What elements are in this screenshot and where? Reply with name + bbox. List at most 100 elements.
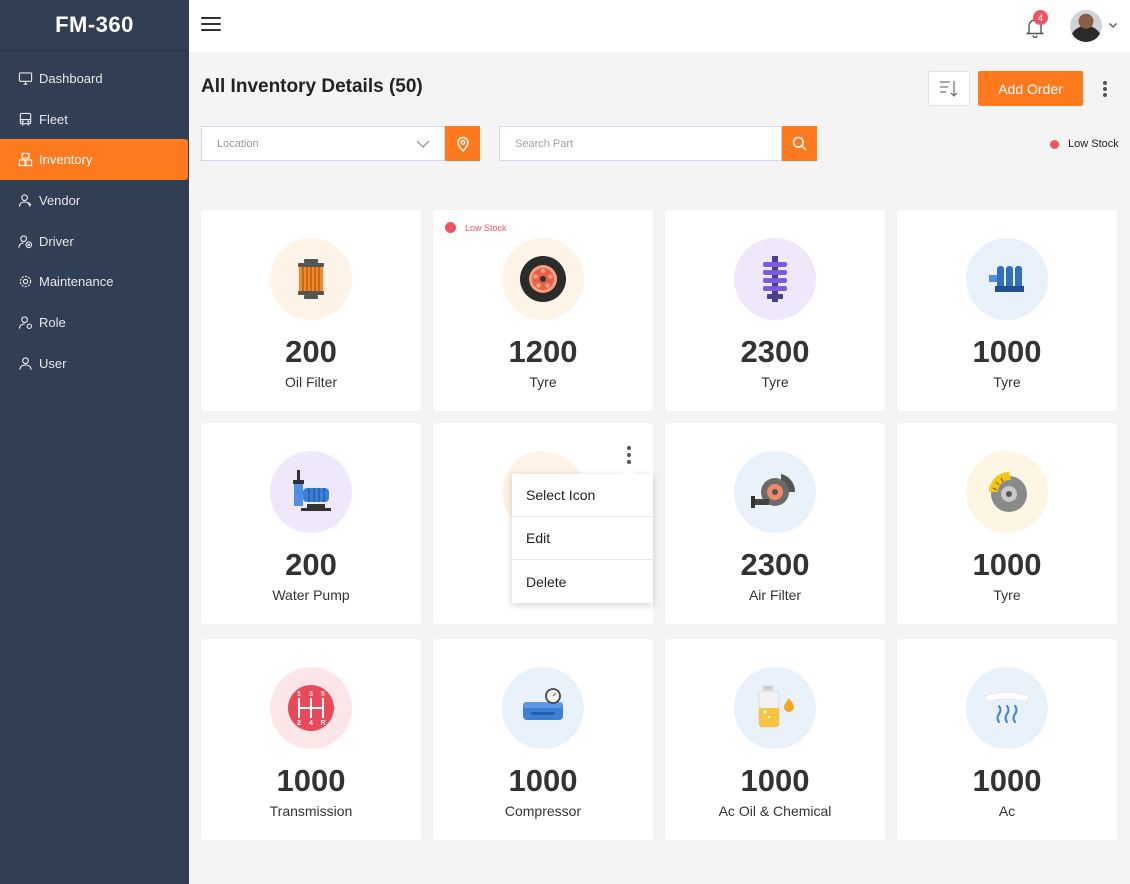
card-name: Oil Filter — [284, 374, 338, 390]
card-name: Air Filter — [748, 587, 802, 603]
legend-label: Low Stock — [1068, 138, 1119, 150]
role-icon — [18, 315, 33, 330]
sidebar-item-label: Vendor — [39, 192, 81, 208]
search-button[interactable] — [782, 126, 817, 161]
engine-block-icon — [966, 238, 1048, 320]
card-quantity: 2300 — [740, 547, 810, 582]
oil-filter-icon — [270, 238, 352, 320]
svg-text:2: 2 — [297, 720, 301, 727]
gear-icon — [18, 274, 33, 289]
oil-can-icon — [734, 667, 816, 749]
inventory-card[interactable]: 200 Oil Filter — [201, 210, 421, 411]
inventory-card[interactable]: 1 3 5 2 4R 1000 Transmission — [201, 639, 421, 840]
sidebar-item-dashboard[interactable]: Dashboard — [0, 58, 188, 99]
card-name: Tyre — [993, 587, 1021, 603]
search-input[interactable] — [499, 126, 782, 161]
chevron-down-icon[interactable] — [1108, 20, 1118, 30]
sidebar-nav: Dashboard Fleet Inventory Vendor Driver … — [0, 51, 189, 384]
card-quantity: 1000 — [276, 763, 346, 798]
low-stock-dot — [1050, 139, 1059, 149]
card-name: Compressor — [504, 803, 582, 819]
inventory-card[interactable]: 1000 Tyre — [897, 210, 1117, 411]
tyre-icon — [502, 238, 584, 320]
menu-item-edit[interactable]: Edit — [512, 517, 653, 560]
inventory-card[interactable]: 2300 Air Filter — [665, 423, 885, 624]
svg-text:5: 5 — [321, 691, 325, 698]
card-name: Transmission — [269, 803, 353, 819]
card-more-icon[interactable] — [624, 446, 634, 464]
user-tie-icon — [18, 193, 33, 208]
inventory-card[interactable]: 1000 Ac Oil & Chemical — [665, 639, 885, 840]
svg-text:1: 1 — [297, 691, 301, 698]
add-order-button[interactable]: Add Order — [978, 71, 1083, 106]
menu-item-delete[interactable]: Delete — [512, 560, 653, 603]
search-icon — [792, 136, 807, 151]
location-pin-icon — [456, 136, 469, 152]
card-quantity: 1000 — [508, 763, 578, 798]
location-placeholder: Location — [217, 137, 259, 150]
avatar[interactable] — [1070, 10, 1102, 42]
brand-logo: FM-360 — [0, 0, 189, 51]
card-context-menu: Select Icon Edit Delete — [512, 468, 653, 603]
inventory-card[interactable]: 1000 Ac — [897, 639, 1117, 840]
card-quantity: 1000 — [972, 334, 1042, 369]
location-select[interactable]: Location — [201, 126, 445, 161]
sidebar-item-inventory[interactable]: Inventory — [0, 139, 188, 181]
suspension-spring-icon — [734, 238, 816, 320]
inventory-card[interactable]: 1000 Tyre — [897, 423, 1117, 624]
compressor-icon — [502, 667, 584, 749]
page-title: All Inventory Details (50) — [201, 76, 423, 97]
inventory-card[interactable]: Low Stock 1200 Tyre — [433, 210, 653, 411]
water-pump-icon — [270, 451, 352, 533]
sidebar-item-vendor[interactable]: Vendor — [0, 180, 188, 221]
card-quantity: 2300 — [740, 334, 810, 369]
sidebar-item-fleet[interactable]: Fleet — [0, 99, 188, 140]
notification-badge: 4 — [1033, 10, 1048, 25]
sort-button[interactable] — [928, 71, 970, 106]
svg-text:4: 4 — [309, 720, 313, 727]
gear-shift-icon: 1 3 5 2 4R — [270, 667, 352, 749]
low-stock-tag: Low Stock — [445, 222, 507, 233]
card-name: Tyre — [993, 374, 1021, 390]
sidebar-item-driver[interactable]: Driver — [0, 221, 188, 262]
sidebar-item-label: Inventory — [39, 152, 93, 168]
card-name: Tyre — [529, 374, 557, 390]
driver-icon — [18, 234, 33, 249]
sidebar-item-role[interactable]: Role — [0, 302, 188, 343]
ac-vent-icon — [966, 667, 1048, 749]
menu-item-select-icon[interactable]: Select Icon — [512, 474, 653, 517]
card-quantity: 1200 — [508, 334, 578, 369]
low-stock-legend: Low Stock — [1050, 138, 1119, 150]
card-quantity: 200 — [285, 547, 337, 582]
user-icon — [18, 356, 33, 371]
card-quantity: 1000 — [740, 763, 810, 798]
more-options-icon[interactable] — [1098, 78, 1112, 100]
inventory-card[interactable]: 2300 Tyre — [665, 210, 885, 411]
inventory-card[interactable]: 1000 Compressor — [433, 639, 653, 840]
boxes-icon — [18, 152, 33, 167]
sidebar-item-user[interactable]: User — [0, 343, 188, 384]
hamburger-menu-icon[interactable] — [201, 17, 221, 33]
inventory-card[interactable]: 200 Water Pump — [201, 423, 421, 624]
topbar: 4 — [189, 0, 1130, 52]
card-name: Ac Oil & Chemical — [718, 803, 832, 819]
sidebar-item-label: Maintenance — [39, 274, 114, 290]
card-name: Ac — [998, 803, 1016, 819]
sidebar-item-label: Role — [39, 314, 66, 330]
svg-text:3: 3 — [309, 691, 313, 698]
location-pin-button[interactable] — [445, 126, 480, 161]
sidebar-item-label: User — [39, 355, 67, 371]
card-name: Tyre — [761, 374, 789, 390]
sidebar-item-maintenance[interactable]: Maintenance — [0, 261, 188, 302]
brake-disc-icon — [966, 451, 1048, 533]
chevron-down-icon — [416, 140, 430, 148]
card-quantity: 1000 — [972, 763, 1042, 798]
sidebar-item-label: Driver — [39, 233, 74, 249]
sidebar-item-label: Dashboard — [39, 70, 103, 86]
card-quantity: 1000 — [972, 547, 1042, 582]
svg-text:R: R — [320, 720, 325, 727]
bus-icon — [18, 112, 33, 127]
sort-icon — [940, 80, 958, 97]
turbo-icon — [734, 451, 816, 533]
sidebar-item-label: Fleet — [39, 111, 68, 127]
